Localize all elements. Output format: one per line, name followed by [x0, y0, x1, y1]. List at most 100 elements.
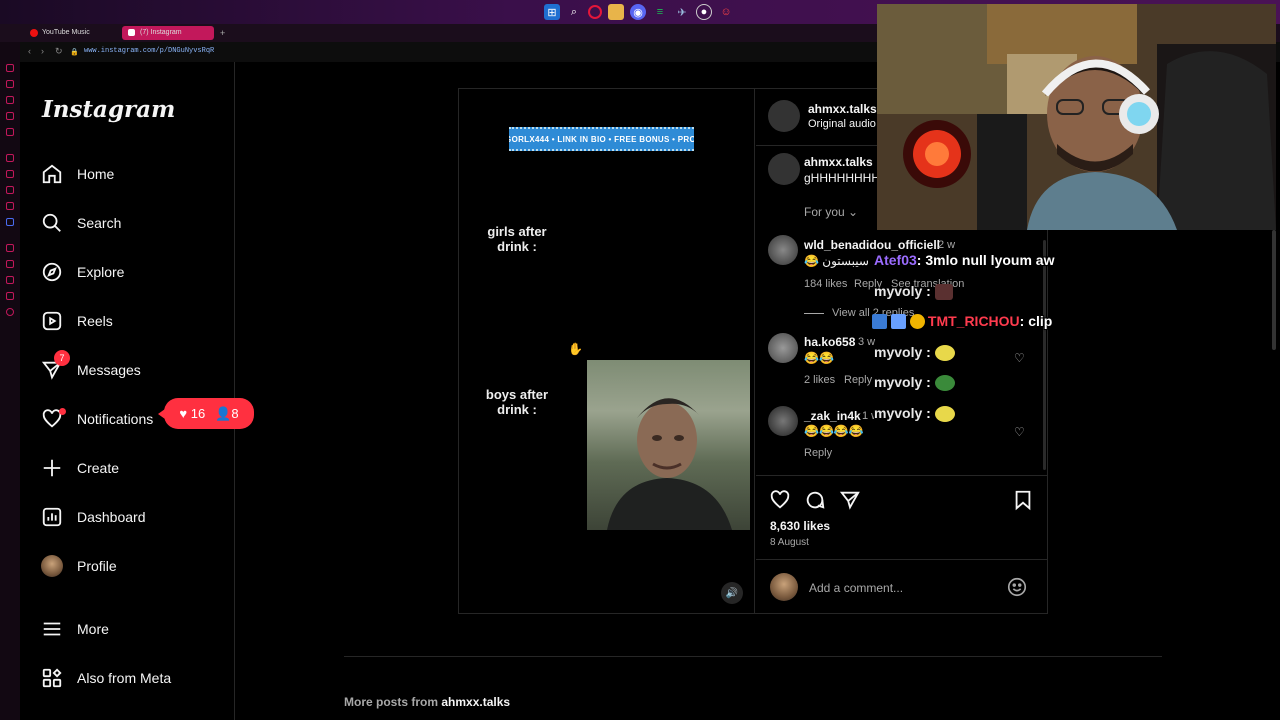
like-icon[interactable] — [769, 489, 791, 516]
caption-line: boys after — [485, 387, 549, 402]
comment-likes[interactable]: 2 likes — [804, 374, 835, 386]
rail-icon[interactable] — [6, 276, 14, 284]
sidebar-item-also-from-meta[interactable]: Also from Meta — [40, 663, 171, 693]
rail-icon[interactable] — [6, 112, 14, 120]
sidebar-item-label: Dashboard — [77, 509, 146, 525]
add-comment-input[interactable]: Add a comment... — [809, 581, 903, 595]
share-icon[interactable] — [839, 489, 861, 516]
steam-icon[interactable]: ✈ — [674, 4, 690, 20]
sidebar-item-dashboard[interactable]: Dashboard — [40, 502, 146, 532]
post-author[interactable]: ahmxx.talks — [808, 102, 877, 116]
avatar[interactable] — [768, 235, 798, 265]
like-comment-icon[interactable]: ♡ — [1014, 351, 1025, 365]
chat-message: Atef03: 3mlo null lyoum aw — [874, 252, 1054, 268]
sidebar-item-more[interactable]: More — [40, 614, 109, 644]
instagram-icon — [128, 29, 135, 36]
comments-scrollbar[interactable] — [1043, 240, 1046, 470]
sidebar-item-profile[interactable]: Profile — [40, 551, 117, 581]
comment-author[interactable]: _zak_in4k — [804, 409, 861, 423]
sidebar-item-label: Profile — [77, 558, 117, 574]
x-icon[interactable] — [6, 202, 14, 210]
avatar[interactable] — [768, 406, 798, 436]
rail-icon[interactable] — [6, 170, 14, 178]
rail-icon[interactable] — [6, 96, 14, 104]
opera-gx-icon[interactable] — [588, 5, 602, 19]
emote-icon — [934, 345, 955, 362]
chat-message: myvoly : — [874, 344, 955, 362]
url-field[interactable]: www.instagram.com/p/DNGuNyvsRqR — [84, 47, 214, 55]
rail-icon[interactable] — [6, 292, 14, 300]
rail-icon[interactable] — [6, 244, 14, 252]
sidebar-item-home[interactable]: Home — [40, 159, 114, 189]
bookmark-icon[interactable] — [1012, 489, 1034, 516]
tab-instagram[interactable]: (7) Instagram — [122, 26, 214, 40]
emoji-icon[interactable] — [1006, 576, 1028, 603]
avatar[interactable] — [768, 333, 798, 363]
app-icon[interactable]: ☺ — [718, 4, 734, 20]
spotify-icon[interactable]: ≡ — [652, 4, 668, 20]
chat-text: : — [926, 283, 931, 299]
post-media[interactable]: E: GORLX444 • LINK IN BIO • FREE BONUS •… — [459, 89, 755, 613]
sidebar-item-notifications[interactable]: Notifications — [40, 404, 153, 434]
new-tab-button[interactable]: + — [216, 26, 225, 40]
sidebar-item-create[interactable]: Create — [40, 453, 119, 483]
notification-dot — [59, 408, 66, 415]
video-frame — [587, 360, 750, 530]
more-posts-user[interactable]: ahmxx.talks — [441, 695, 510, 709]
rail-icon[interactable] — [6, 186, 14, 194]
reels-icon — [40, 309, 64, 333]
instagram-logo[interactable]: Instagram — [42, 96, 175, 123]
mute-button[interactable]: 🔊 — [721, 582, 743, 604]
tab-youtube-music[interactable]: YouTube Music — [24, 26, 120, 40]
sidebar-item-label: Messages — [77, 362, 141, 378]
search-icon — [40, 211, 64, 235]
rail-icon[interactable] — [6, 128, 14, 136]
obs-icon[interactable]: ● — [696, 4, 712, 20]
notifications-popup[interactable]: ♥ 16 👤8 — [158, 398, 254, 429]
comment-icon[interactable] — [804, 489, 826, 516]
rail-icon[interactable] — [6, 260, 14, 268]
more-posts-heading: More posts from ahmxx.talks — [344, 695, 510, 709]
reload-icon[interactable]: ↻ — [55, 46, 63, 57]
description-author[interactable]: ahmxx.talks — [804, 155, 873, 169]
comment-author[interactable]: ha.ko658 — [804, 335, 855, 349]
windows-start-icon[interactable]: ⊞ — [544, 4, 560, 20]
page-scrollbar[interactable] — [1272, 230, 1276, 350]
taskbar-icons: ⊞ ⌕ ◉ ≡ ✈ ● ☺ — [544, 4, 734, 20]
post-date: 8 August — [770, 537, 809, 548]
rail-icon[interactable] — [6, 218, 14, 226]
settings-icon[interactable] — [6, 308, 14, 316]
sort-dropdown[interactable]: For you ⌄ — [804, 205, 858, 219]
tab-label: YouTube Music — [42, 29, 90, 36]
rail-icon[interactable] — [6, 154, 14, 162]
sidebar-item-label: Home — [77, 166, 115, 182]
file-explorer-icon[interactable] — [608, 4, 624, 20]
like-comment-icon[interactable]: ♡ — [1014, 425, 1025, 439]
avatar[interactable] — [768, 153, 800, 185]
sidebar-item-label: Also from Meta — [77, 670, 172, 686]
likes-count[interactable]: 8,630 likes — [770, 519, 830, 533]
comment-author[interactable]: wld_benadidou_officiell — [804, 238, 940, 252]
forward-icon[interactable]: › — [41, 46, 44, 56]
discord-icon[interactable]: ◉ — [630, 4, 646, 20]
reply-button[interactable]: Reply — [804, 447, 832, 459]
likes-count: ♥ 16 — [179, 406, 205, 421]
avatar[interactable] — [768, 100, 800, 132]
comment-text: 😂 سيبستون — [804, 254, 869, 268]
mouse-cursor: ✋ — [568, 342, 583, 356]
sidebar-item-reels[interactable]: Reels — [40, 306, 113, 336]
browser-side-rail — [0, 42, 20, 720]
rail-icon[interactable] — [6, 64, 14, 72]
sidebar-item-search[interactable]: Search — [40, 208, 121, 238]
back-icon[interactable]: ‹ — [28, 46, 31, 56]
rail-icon[interactable] — [6, 80, 14, 88]
sidebar-item-messages[interactable]: Messages 7 — [40, 350, 141, 385]
search-icon[interactable]: ⌕ — [566, 4, 582, 20]
audio-label[interactable]: Original audio — [808, 118, 876, 130]
reply-button[interactable]: Reply — [844, 374, 872, 386]
sidebar-item-label: More — [77, 621, 109, 637]
webcam-overlay — [877, 4, 1276, 230]
sidebar-item-explore[interactable]: Explore — [40, 257, 124, 287]
divider — [344, 656, 1162, 657]
comment-likes[interactable]: 184 likes — [804, 278, 847, 290]
